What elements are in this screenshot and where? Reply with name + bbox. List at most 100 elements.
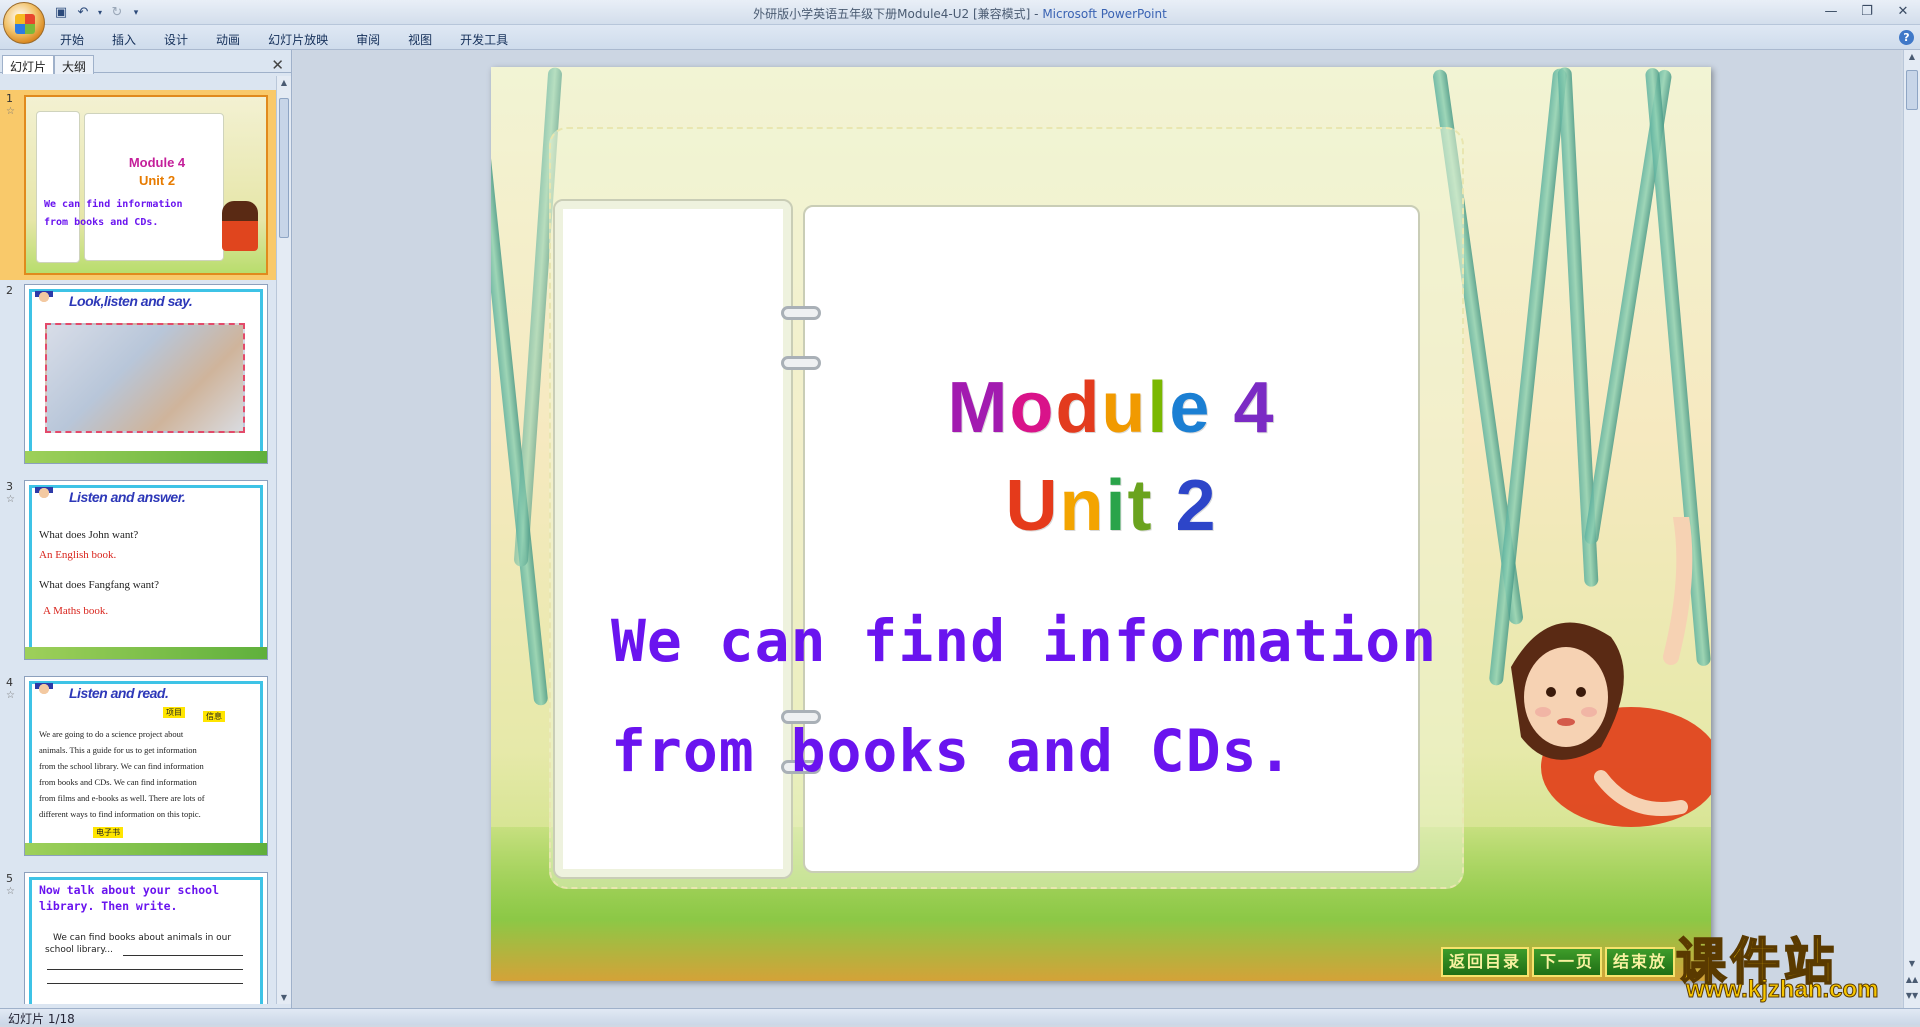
slide-preview: Listen and read. 项目 信息 We are going to d… [24,676,268,856]
thumb-paragraph-line: from books and CDs. We can find informat… [39,777,197,787]
scroll-thumb[interactable] [1906,70,1918,110]
slide-scrollbar[interactable]: ▲ ▼ ▲▲ ▼▼ [1903,50,1920,1008]
animation-star-icon: ☆ [6,494,15,505]
annotation-tag: 电子书 [93,827,123,838]
tab-design[interactable]: 设计 [164,29,188,50]
thumb-paragraph-line: We can find books about animals in our [53,933,232,943]
slide-thumbnail-4[interactable]: 4 ☆ Listen and read. 项目 信息 We are going … [0,674,276,860]
scroll-down-icon[interactable]: ▼ [277,993,291,1002]
scroll-up-icon[interactable]: ▲ [277,78,291,87]
teacher-avatar-icon [35,291,53,311]
back-to-contents-button[interactable]: 返回目录 [1441,947,1530,977]
restore-icon[interactable]: ❐ [1856,2,1878,20]
watermark: 课件站 www.kjzhan.com [1668,922,1918,1004]
close-icon[interactable]: ✕ [1892,2,1914,20]
slides-pane: 幻灯片 大纲 ✕ 1 ☆ Module 4 Unit 2 We can find… [0,50,292,1008]
tab-slideshow[interactable]: 幻灯片放映 [268,29,328,50]
tab-outline[interactable]: 大纲 [54,55,95,74]
end-show-button[interactable]: 结束放 [1605,947,1676,977]
thumb-paragraph-line: from the school library. We can find inf… [39,761,204,771]
title-letter: 4 [1233,368,1276,448]
title-letter: i [1105,466,1128,546]
tab-home[interactable]: 开始 [60,29,84,50]
current-slide[interactable]: Module 4 Unit 2 We can find information … [491,67,1711,981]
title-letter: u [1101,368,1148,448]
slide-subtitle-line2[interactable]: from books and CDs. [611,717,1293,785]
slide-title-line2[interactable]: Unit 2 [803,465,1420,547]
title-letter: o [1009,368,1056,448]
thumb-heading: Listen and answer. [69,489,186,505]
title-letter: l [1147,368,1170,448]
scroll-up-icon[interactable]: ▲ [1904,52,1920,61]
write-line [123,955,243,956]
slide-thumbnail-3[interactable]: 3 ☆ Listen and answer. What does John wa… [0,478,276,664]
tab-developer[interactable]: 开发工具 [460,29,508,50]
animation-star-icon: ☆ [6,690,15,701]
animation-star-icon: ☆ [6,886,15,897]
close-pane-icon[interactable]: ✕ [271,56,284,74]
thumb-subtitle-line2: from books and CDs. [44,217,159,228]
title-letter: e [1169,368,1212,448]
thumbnail-list: 1 ☆ Module 4 Unit 2 We can find informat… [0,76,276,1004]
slide-title-line1[interactable]: Module 4 [803,367,1420,449]
annotation-tag: 项目 [163,707,185,718]
slide-thumbnail-1[interactable]: 1 ☆ Module 4 Unit 2 We can find informat… [0,90,276,280]
binder-ring [781,306,821,320]
title-letter: n [1059,466,1106,546]
thumb-answer-2: A Maths book. [43,605,109,617]
app-name: Microsoft PowerPoint [1042,7,1167,21]
thumb-paragraph-line: animals. This a guide for us to get info… [39,745,197,755]
title-letter: d [1055,368,1102,448]
tab-slides[interactable]: 幻灯片 [2,55,55,74]
scroll-thumb[interactable] [279,98,289,238]
thumb-heading: Look,listen and say. [69,293,193,309]
pane-tabs: 幻灯片 大纲 ✕ [0,53,292,74]
title-separator: - [1030,7,1043,21]
write-line [47,983,243,984]
document-title: 外研版小学英语五年级下册Module4-U2 [兼容模式] [753,7,1031,21]
thumb-heading: Listen and read. [69,685,169,701]
thumb-paragraph-line: different ways to find information on th… [39,809,201,819]
slide-nav-buttons: 返回目录 下一页 结束放 [1441,947,1676,977]
watermark-url: www.kjzhan.com [1685,976,1879,1004]
slide-number: 2 [6,284,13,297]
title-bar: ▣ ↶ ▾ ↻ ▾ 外研版小学英语五年级下册Module4-U2 [兼容模式] … [0,0,1920,44]
tab-review[interactable]: 审阅 [356,29,380,50]
slide-preview: Module 4 Unit 2 We can find information … [24,95,268,275]
tab-view[interactable]: 视图 [408,29,432,50]
tab-animations[interactable]: 动画 [216,29,240,50]
help-icon[interactable]: ? [1899,30,1914,45]
teacher-avatar-icon [35,683,53,703]
thumbnail-scrollbar[interactable]: ▲ ▼ [276,76,291,1004]
thumb-subtitle-line1: We can find information [44,199,183,210]
slide-frame [29,485,263,655]
window-controls: — ❐ ✕ [1820,2,1914,20]
next-page-button[interactable]: 下一页 [1532,947,1603,977]
girl-figure [222,201,258,251]
thumb-answer-1: An English book. [39,549,117,561]
thumb-paragraph-line: school library... [45,945,113,955]
slide-preview: Listen and answer. What does John want? … [24,480,268,660]
slide-thumbnail-5[interactable]: 5 ☆ Now talk about your school library. … [0,870,276,1004]
slide-thumbnail-2[interactable]: 2 Look,listen and say. [0,282,276,468]
slide-subtitle-line1[interactable]: We can find information [611,607,1437,675]
window-title: 外研版小学英语五年级下册Module4-U2 [兼容模式] - Microsof… [0,5,1920,22]
title-letter: 2 [1175,466,1218,546]
thumb-paragraph-line: from films and e-books as well. There ar… [39,793,205,803]
thumb-question-2: What does Fangfang want? [39,579,160,591]
status-bar: 幻灯片 1/18 [0,1008,1920,1026]
title-letter: t [1127,466,1154,546]
ribbon: 开始 插入 设计 动画 幻灯片放映 审阅 视图 开发工具 ? [0,25,1920,50]
slide-number: 1 [6,92,13,105]
slide-number: 5 [6,872,13,885]
book-left-page [36,111,80,263]
slide-preview: Now talk about your school library. Then… [24,872,268,1004]
thumb-heading: library. Then write. [39,899,178,913]
tab-insert[interactable]: 插入 [112,29,136,50]
title-letter: M [947,368,1010,448]
teacher-avatar-icon [35,487,53,507]
title-letter [1211,368,1233,448]
office-button[interactable] [3,2,45,44]
thumb-question-1: What does John want? [39,529,139,541]
minimize-icon[interactable]: — [1820,2,1842,20]
